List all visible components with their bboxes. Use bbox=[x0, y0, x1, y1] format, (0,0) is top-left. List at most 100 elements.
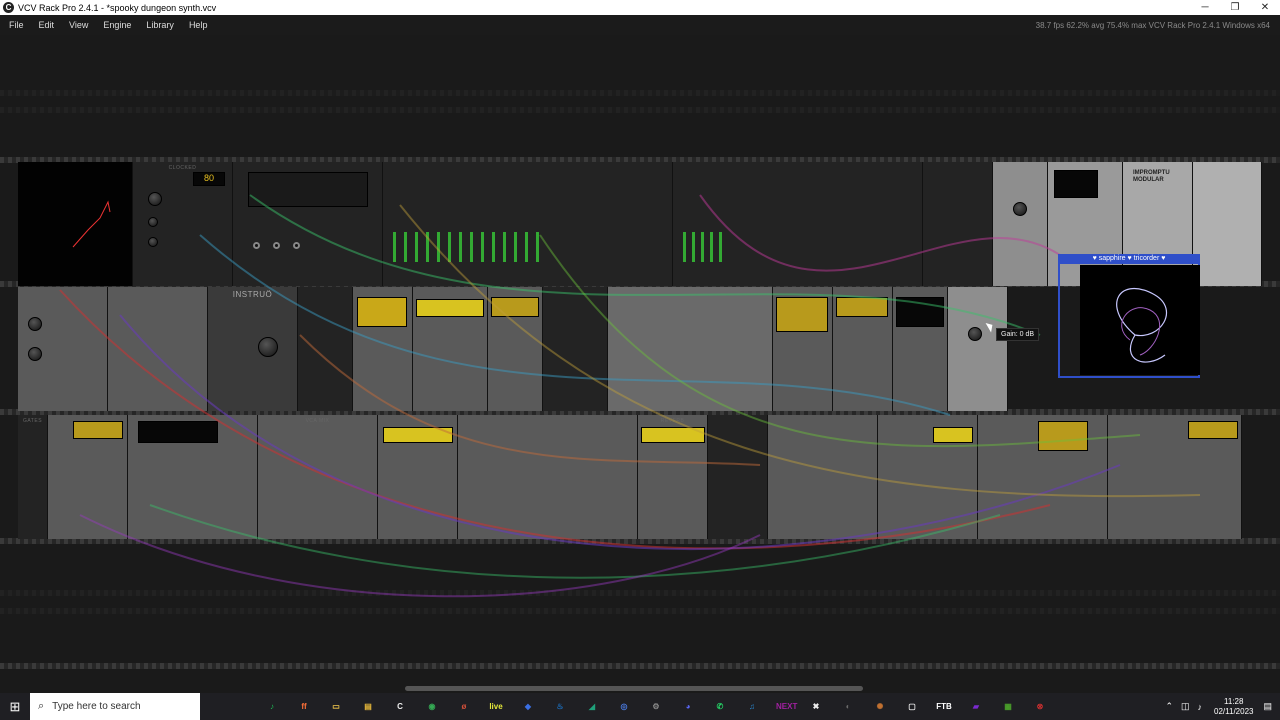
module-env-2[interactable] bbox=[48, 415, 128, 539]
knob[interactable] bbox=[28, 347, 42, 361]
app-icon: ✺ bbox=[876, 701, 884, 711]
next-icon: NEXT bbox=[776, 701, 798, 711]
module-env[interactable] bbox=[893, 287, 948, 411]
module-vcf[interactable] bbox=[353, 287, 413, 411]
module-vco-3[interactable] bbox=[128, 415, 258, 539]
module-chaos[interactable] bbox=[298, 287, 353, 411]
taskbar-app[interactable]: ◢ bbox=[576, 693, 608, 720]
bpm-knob[interactable] bbox=[148, 192, 162, 206]
input-jack[interactable] bbox=[273, 242, 280, 249]
taskbar-clock[interactable]: 11:28 02/11/2023 bbox=[1214, 697, 1253, 717]
menu-library[interactable]: Library bbox=[140, 20, 180, 30]
menu-file[interactable]: File bbox=[3, 20, 30, 30]
module-plaits[interactable] bbox=[543, 287, 608, 411]
module-audio[interactable] bbox=[993, 162, 1048, 286]
notifications-icon[interactable]: ▤ bbox=[1263, 701, 1272, 712]
module-mixer-2[interactable] bbox=[673, 162, 923, 286]
taskbar-app[interactable]: C bbox=[384, 693, 416, 720]
taskbar-app[interactable]: ♫ bbox=[736, 693, 768, 720]
taskbar-app[interactable]: ◎ bbox=[608, 693, 640, 720]
menu-help[interactable]: Help bbox=[183, 20, 214, 30]
module-vcf-2[interactable] bbox=[833, 287, 893, 411]
minimize-button[interactable]: ─ bbox=[1190, 2, 1220, 13]
module-reverb-3[interactable]: REVERB bbox=[638, 415, 708, 539]
taskbar-app[interactable]: ◕ bbox=[672, 693, 704, 720]
menu-view[interactable]: View bbox=[63, 20, 94, 30]
volume-icon[interactable]: ♪ bbox=[1198, 702, 1203, 712]
taskbar-app[interactable]: ✖ bbox=[800, 693, 832, 720]
taskbar-app[interactable]: FTB bbox=[928, 693, 960, 720]
module-reverb-4[interactable] bbox=[878, 415, 978, 539]
module-filter-3[interactable] bbox=[978, 415, 1108, 539]
taskbar-app[interactable]: ♨ bbox=[544, 693, 576, 720]
taskbar-app[interactable]: live bbox=[480, 693, 512, 720]
taskbar-app[interactable]: ø bbox=[448, 693, 480, 720]
taskbar-search-input[interactable]: ⌕ Type here to search bbox=[30, 693, 200, 720]
tray-chevron-icon[interactable]: ⌃ bbox=[1165, 701, 1173, 712]
module-reverb-2[interactable] bbox=[378, 415, 458, 539]
module-vco[interactable] bbox=[488, 287, 543, 411]
taskbar-app[interactable]: ff bbox=[288, 693, 320, 720]
taskbar-app[interactable]: ▦ bbox=[992, 693, 1024, 720]
module-meter[interactable] bbox=[708, 415, 768, 539]
module-logic[interactable] bbox=[18, 287, 108, 411]
search-placeholder: Type here to search bbox=[52, 701, 141, 712]
knob[interactable] bbox=[28, 317, 42, 331]
ratio-knob[interactable] bbox=[148, 217, 158, 227]
module-mixer-3[interactable] bbox=[948, 287, 1008, 411]
module-sequencer[interactable] bbox=[233, 162, 383, 286]
app-icon: ◆ bbox=[524, 701, 532, 711]
app-icon: ▢ bbox=[908, 701, 916, 711]
module-clocked[interactable]: CLOCKED 80 bbox=[133, 162, 233, 286]
taskbar-app[interactable]: ▤ bbox=[352, 693, 384, 720]
taskbar-app[interactable]: ♪ bbox=[256, 693, 288, 720]
maximize-button[interactable]: ❐ bbox=[1220, 2, 1250, 13]
taskbar-app[interactable]: ◉ bbox=[416, 693, 448, 720]
taskbar-app[interactable]: ▢ bbox=[896, 693, 928, 720]
input-jack[interactable] bbox=[253, 242, 260, 249]
taskbar-app[interactable]: ▰ bbox=[960, 693, 992, 720]
ratio-knob[interactable] bbox=[148, 237, 158, 247]
wave-display bbox=[491, 297, 539, 317]
taskbar-app[interactable]: ⊗ bbox=[1024, 693, 1056, 720]
module-output[interactable] bbox=[1108, 415, 1242, 539]
mixer-meters bbox=[393, 232, 543, 262]
module-vca-mix[interactable]: VCA MIX bbox=[258, 415, 378, 539]
module-plateau[interactable] bbox=[923, 162, 993, 286]
module-vco-2[interactable] bbox=[773, 287, 833, 411]
module-scope[interactable] bbox=[18, 162, 133, 286]
close-button[interactable]: ✕ bbox=[1250, 2, 1280, 13]
volume-knob[interactable] bbox=[1013, 202, 1027, 216]
taskbar-app[interactable]: ◆ bbox=[512, 693, 544, 720]
module-reverb[interactable] bbox=[413, 287, 488, 411]
app-icon: ⊗ bbox=[1036, 701, 1044, 711]
module-sequencer-2[interactable] bbox=[608, 287, 773, 411]
menu-bar: File Edit View Engine Library Help 38.7 … bbox=[0, 15, 1280, 35]
network-icon[interactable]: ◫ bbox=[1181, 701, 1190, 712]
taskbar-app[interactable]: ✆ bbox=[704, 693, 736, 720]
taskbar-app[interactable]: NEXT bbox=[768, 693, 800, 720]
menu-edit[interactable]: Edit bbox=[33, 20, 61, 30]
sapphire-title: ♥ sapphire ♥ tricorder ♥ bbox=[1058, 254, 1200, 264]
module-blank bbox=[1193, 162, 1262, 286]
module-mixer[interactable] bbox=[383, 162, 673, 286]
output-display bbox=[1188, 421, 1238, 439]
module-vca-mix-2[interactable] bbox=[768, 415, 878, 539]
windows-start-icon[interactable]: ⊞ bbox=[0, 699, 30, 715]
env-display bbox=[896, 297, 944, 327]
taskbar-app[interactable]: ▭ bbox=[320, 693, 352, 720]
horizontal-scrollbar[interactable] bbox=[405, 686, 863, 691]
knob[interactable] bbox=[258, 337, 278, 357]
menu-engine[interactable]: Engine bbox=[97, 20, 137, 30]
module-gates[interactable]: GATES bbox=[18, 415, 48, 539]
module-instruo[interactable]: INSTRUÖ bbox=[208, 287, 298, 411]
taskbar-app[interactable]: ◐ bbox=[832, 693, 864, 720]
sequencer-display bbox=[248, 172, 368, 207]
taskbar-app[interactable]: ⚙ bbox=[640, 693, 672, 720]
taskbar-app[interactable]: ✺ bbox=[864, 693, 896, 720]
module-effects[interactable] bbox=[458, 415, 638, 539]
input-jack[interactable] bbox=[293, 242, 300, 249]
rack-rail bbox=[0, 663, 1280, 669]
gain-knob[interactable] bbox=[968, 327, 982, 341]
module-matrix[interactable] bbox=[108, 287, 208, 411]
